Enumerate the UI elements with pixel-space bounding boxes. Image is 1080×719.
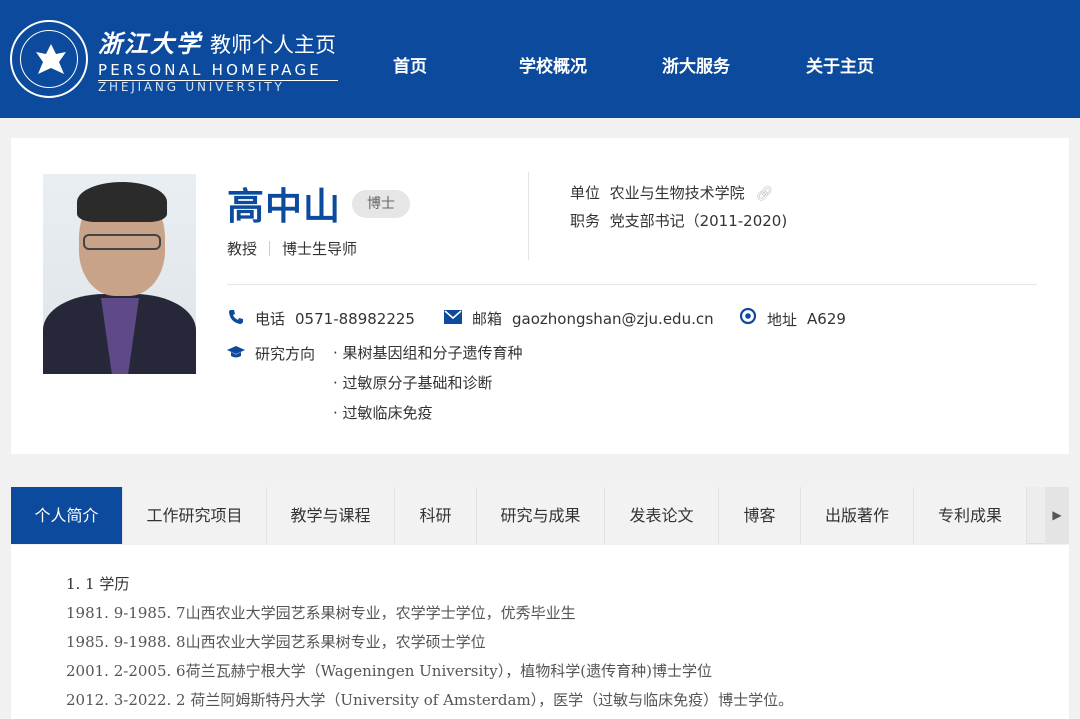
tab-profile[interactable]: 个人简介 bbox=[11, 487, 123, 544]
address-contact: 地址 A629 bbox=[739, 307, 846, 330]
nav-about-school[interactable]: 学校概况 bbox=[519, 52, 587, 77]
phone-icon bbox=[227, 309, 245, 329]
tab-patents[interactable]: 专利成果 bbox=[914, 487, 1027, 544]
tab-papers[interactable]: 发表论文 bbox=[605, 487, 719, 544]
post-row: 职务 党支部书记（2011-2020) bbox=[570, 210, 787, 231]
title-professor: 教授 bbox=[227, 240, 258, 258]
email-label: 邮箱 bbox=[472, 310, 503, 328]
person-titles: 教授 博士生导师 bbox=[227, 238, 357, 259]
profile-content: 1. 1 学历 1981. 9-1985. 7山西农业大学园艺系果树专业，农学学… bbox=[11, 545, 1069, 719]
unit-label: 单位 bbox=[570, 184, 601, 202]
chevron-right-icon[interactable]: ▶ bbox=[1045, 487, 1069, 544]
section-tabs: 个人简介 工作研究项目 教学与课程 科研 研究与成果 发表论文 博客 出版著作 … bbox=[11, 487, 1069, 544]
post-label: 职务 bbox=[570, 212, 601, 230]
content-line-1: 1981. 9-1985. 7山西农业大学园艺系果树专业，农学学士学位，优秀毕业… bbox=[66, 604, 576, 622]
research-item-3: · 过敏临床免疫 bbox=[333, 404, 433, 422]
content-line-2: 1985. 9-1988. 8山西农业大学园艺系果树专业，农学硕士学位 bbox=[66, 633, 486, 651]
tab-research[interactable]: 科研 bbox=[395, 487, 477, 544]
tab-work-projects[interactable]: 工作研究项目 bbox=[123, 487, 267, 544]
logo-en-line1: PERSONAL HOMEPAGE bbox=[98, 61, 338, 81]
unit-row: 单位 农业与生物技术学院 🔗︎ bbox=[570, 182, 773, 203]
phone-value[interactable]: 0571-88982225 bbox=[295, 310, 415, 328]
location-icon bbox=[739, 307, 757, 330]
email-contact: 邮箱 gaozhongshan@zju.edu.cn bbox=[444, 308, 714, 329]
tab-results[interactable]: 研究与成果 bbox=[477, 487, 605, 544]
nav-zju-services[interactable]: 浙大服务 bbox=[662, 52, 730, 77]
nav-about-homepage[interactable]: 关于主页 bbox=[806, 52, 874, 77]
research-label-row: 研究方向 bbox=[227, 343, 315, 364]
research-item-2: · 过敏原分子基础和诊断 bbox=[333, 374, 493, 392]
mail-icon bbox=[444, 309, 462, 328]
logo-subtitle: 教师个人主页 bbox=[210, 33, 336, 57]
research-item-1: · 果树基因组和分子遗传育种 bbox=[333, 344, 523, 362]
email-value[interactable]: gaozhongshan@zju.edu.cn bbox=[512, 310, 714, 328]
link-icon[interactable]: 🔗︎ bbox=[755, 186, 773, 202]
content-line-4: 2012. 3-2022. 2 荷兰阿姆斯特丹大学（University of … bbox=[66, 691, 794, 709]
phone-label: 电话 bbox=[255, 310, 286, 328]
logo-title[interactable]: 浙江大学 教师个人主页 bbox=[98, 24, 336, 59]
nav-home[interactable]: 首页 bbox=[393, 52, 427, 77]
post-value: 党支部书记（2011-2020) bbox=[609, 212, 788, 230]
site-header: 浙江大学 教师个人主页 PERSONAL HOMEPAGE ZHEJIANG UN… bbox=[0, 0, 1080, 118]
person-name: 高中山 bbox=[227, 185, 341, 228]
content-line-3: 2001. 2-2005. 6荷兰瓦赫宁根大学（Wageningen Unive… bbox=[66, 662, 712, 680]
seal-emblem-icon bbox=[36, 44, 66, 74]
divider-horizontal bbox=[227, 284, 1037, 285]
title-supervisor: 博士生导师 bbox=[282, 240, 358, 258]
degree-badge: 博士 bbox=[352, 190, 410, 218]
divider-vertical bbox=[528, 172, 529, 260]
profile-photo bbox=[43, 174, 196, 374]
address-value: A629 bbox=[807, 310, 846, 328]
address-label: 地址 bbox=[767, 310, 798, 329]
logo-cn: 浙江大学 bbox=[98, 29, 202, 58]
profile-card: 高中山 博士 教授 博士生导师 单位 农业与生物技术学院 🔗︎ 职务 党支部书记（… bbox=[11, 138, 1069, 454]
unit-value[interactable]: 农业与生物技术学院 bbox=[610, 184, 745, 202]
section-heading: 1. 1 学历 bbox=[66, 575, 130, 593]
tab-blog[interactable]: 博客 bbox=[719, 487, 801, 544]
logo-en-line2: ZHEJIANG UNIVERSITY bbox=[98, 80, 285, 94]
research-label: 研究方向 bbox=[255, 345, 316, 363]
zju-seal-icon[interactable] bbox=[10, 20, 88, 98]
phone-contact: 电话 0571-88982225 bbox=[227, 308, 415, 329]
tab-publications[interactable]: 出版著作 bbox=[801, 487, 914, 544]
graduation-cap-icon bbox=[227, 345, 245, 363]
tab-teaching[interactable]: 教学与课程 bbox=[267, 487, 395, 544]
